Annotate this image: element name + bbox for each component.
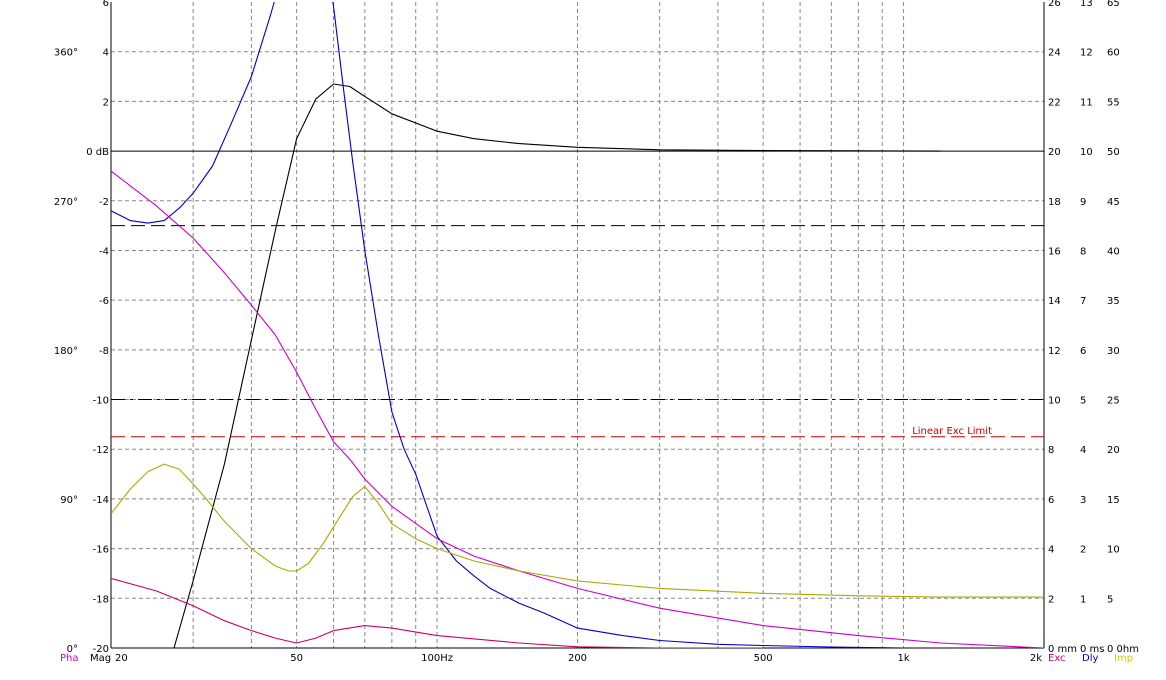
right-axis-3-tick-label: 65: [1107, 0, 1120, 9]
right-axis-1-tick-label: 6: [1048, 495, 1054, 506]
right-axis-2-tick-label: 3: [1080, 495, 1086, 506]
right-axis-1-tick-label: 8: [1048, 445, 1054, 456]
x-tick-label: 50: [290, 653, 303, 664]
y-tick-label: 4: [103, 48, 109, 59]
right-axis-3-tick-label: 35: [1107, 296, 1120, 307]
delay-axis-label: Dly: [1082, 653, 1098, 664]
reference-line-label: Linear Exc Limit: [912, 426, 992, 437]
right-axis-1-tick-label: 18: [1048, 197, 1061, 208]
y-tick-label: -2: [99, 197, 109, 208]
x-tick-label: 2k: [1030, 653, 1042, 664]
right-axis-2-tick-label: 12: [1080, 48, 1093, 59]
axis-labels: 6420 dB-2-4-6-8-10-12-14-16-18-20360°270…: [54, 0, 1139, 664]
chart-grid: [110, 2, 1045, 649]
y-tick-label: -4: [99, 246, 109, 257]
y-tick-label: -12: [93, 445, 109, 456]
right-axis-1-tick-label: 16: [1048, 246, 1061, 257]
right-axis-1-tick-label: 10: [1048, 396, 1061, 407]
right-axis-2-tick-label: 11: [1080, 97, 1093, 108]
right-axis-3-tick-label: 60: [1107, 48, 1120, 59]
right-axis-1-tick-label: 22: [1048, 97, 1061, 108]
right-axis-2-tick-label: 8: [1080, 246, 1086, 257]
right-axis-2-tick-label: 9: [1080, 197, 1086, 208]
magnitude-axis-label: Mag: [90, 653, 111, 664]
right-axis-3-tick-label: 45: [1107, 197, 1120, 208]
x-tick-label: 100Hz: [421, 653, 453, 664]
y-tick-label: 6: [103, 0, 109, 9]
y-tick-label: -6: [99, 296, 109, 307]
right-axis-3-tick-label: 10: [1107, 545, 1120, 556]
right-axis-2-tick-label: 2: [1080, 545, 1086, 556]
y-tick-label: -14: [93, 495, 109, 506]
phase-tick-label: 90°: [60, 495, 78, 506]
series-line-0: [173, 83, 941, 648]
excursion-axis-label: Exc: [1048, 653, 1066, 664]
phase-tick-label: 270°: [54, 197, 78, 208]
right-axis-1-tick-label: 14: [1048, 296, 1061, 307]
right-axis-3-tick-label: 40: [1107, 246, 1120, 257]
right-axis-2-tick-label: 6: [1080, 346, 1086, 357]
right-axis-1-tick-label: 4: [1048, 545, 1054, 556]
right-axis-2-tick-label: 4: [1080, 445, 1086, 456]
right-axis-1-tick-label: 24: [1048, 48, 1061, 59]
phase-tick-label: 360°: [54, 48, 78, 59]
right-axis-3-tick-label: 50: [1107, 147, 1120, 158]
right-axis-1-tick-label: 12: [1048, 346, 1061, 357]
right-axis-2-tick-label: 7: [1080, 296, 1086, 307]
impedance-axis-label: Imp: [1114, 653, 1133, 664]
y-tick-label: -8: [99, 346, 109, 357]
x-tick-label: 500: [754, 653, 773, 664]
right-axis-2-tick-label: 10: [1080, 147, 1093, 158]
y-tick-label: 0 dB: [86, 147, 109, 158]
x-tick-label: 20: [115, 653, 128, 664]
right-axis-2-tick-label: 1: [1080, 594, 1086, 605]
right-axis-2-tick-label: 13: [1080, 0, 1093, 9]
x-tick-label: 1k: [897, 653, 909, 664]
right-axis-3-tick-label: 25: [1107, 396, 1120, 407]
y-tick-label: 2: [103, 97, 109, 108]
right-axis-3-tick-label: 30: [1107, 346, 1120, 357]
right-axis-3-tick-label: 5: [1107, 594, 1113, 605]
y-tick-label: -18: [93, 594, 109, 605]
series-line-1: [111, 2, 904, 648]
phase-tick-label: 180°: [54, 346, 78, 357]
right-axis-3-tick-label: 55: [1107, 97, 1120, 108]
right-axis-2-tick-label: 5: [1080, 396, 1086, 407]
right-axis-1-tick-label: 2: [1048, 594, 1054, 605]
y-tick-label: -10: [93, 396, 109, 407]
right-axis-1-tick-label: 26: [1048, 0, 1061, 9]
right-axis-3-tick-label: 15: [1107, 495, 1120, 506]
phase-axis-label: Pha: [60, 653, 79, 664]
frequency-response-chart: Linear Exc Limit 6 4 2 0 dB -2 -4 -6 -8 -10 -12 -1…: [54, 0, 1139, 664]
right-axis-1-tick-label: 20: [1048, 147, 1061, 158]
y-tick-label: -16: [93, 545, 109, 556]
right-axis-3-tick-label: 20: [1107, 445, 1120, 456]
x-tick-label: 200: [568, 653, 587, 664]
